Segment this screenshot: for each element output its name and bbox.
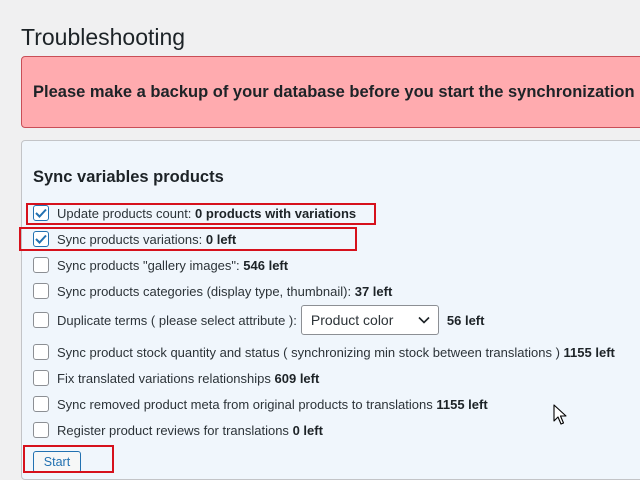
option-label: Sync products "gallery images": <box>57 257 240 273</box>
sync-variables-panel: Sync variables products Update products … <box>19 140 640 480</box>
option-count: 546 left <box>243 257 289 273</box>
option-count: 0 products with variations <box>195 205 357 221</box>
checkbox[interactable] <box>33 344 49 360</box>
option-count: 1155 left <box>563 344 615 360</box>
option-sync-stock[interactable]: Sync product stock quantity and status (… <box>33 344 615 360</box>
checkbox[interactable] <box>33 231 49 247</box>
option-sync-categories[interactable]: Sync products categories (display type, … <box>33 283 392 299</box>
attribute-select-value: Product color <box>310 312 394 328</box>
option-update-products-count[interactable]: Update products count: 0 products with v… <box>33 205 356 221</box>
checkbox[interactable] <box>33 312 49 328</box>
option-count: 609 left <box>274 370 320 386</box>
checkbox[interactable] <box>33 370 49 386</box>
checkbox[interactable] <box>33 257 49 273</box>
option-count: 56 left <box>446 312 485 328</box>
option-label: Fix translated variations relationships <box>57 370 271 386</box>
option-count: 37 left <box>354 283 393 299</box>
page-title: Troubleshooting <box>21 24 186 50</box>
option-count: 0 left <box>205 231 237 247</box>
option-label: Register product reviews for translation… <box>57 422 289 438</box>
checkbox[interactable] <box>33 283 49 299</box>
option-label: Update products count: <box>57 205 192 221</box>
option-sync-gallery-images[interactable]: Sync products "gallery images": 546 left <box>33 257 288 273</box>
option-label: Sync products variations: <box>57 231 203 247</box>
mouse-cursor-icon <box>553 404 567 425</box>
option-duplicate-terms[interactable]: Duplicate terms ( please select attribut… <box>33 305 484 335</box>
checkmark-icon <box>35 208 47 218</box>
attribute-select[interactable]: Product color <box>300 305 439 335</box>
chevron-down-icon <box>418 316 430 324</box>
option-label: Sync removed product meta from original … <box>57 396 433 412</box>
checkbox[interactable] <box>33 396 49 412</box>
backup-warning-text: Please make a backup of your database be… <box>33 82 635 101</box>
option-count: 1155 left <box>436 396 488 412</box>
checkbox[interactable] <box>33 205 49 221</box>
option-label: Duplicate terms ( please select attribut… <box>57 312 297 328</box>
panel-title: Sync variables products <box>33 168 224 186</box>
option-register-reviews[interactable]: Register product reviews for translation… <box>33 422 323 438</box>
backup-warning-notice: Please make a backup of your database be… <box>21 56 640 128</box>
start-button[interactable]: Start <box>33 451 81 473</box>
option-count: 0 left <box>292 422 323 438</box>
checkbox[interactable] <box>33 422 49 438</box>
option-sync-products-variations[interactable]: Sync products variations: 0 left <box>33 231 236 247</box>
option-sync-removed-meta[interactable]: Sync removed product meta from original … <box>33 396 488 412</box>
option-fix-relationships[interactable]: Fix translated variations relationships … <box>33 370 319 386</box>
option-label: Sync product stock quantity and status (… <box>57 344 560 360</box>
option-label: Sync products categories (display type, … <box>57 283 352 299</box>
checkmark-icon <box>35 234 47 244</box>
